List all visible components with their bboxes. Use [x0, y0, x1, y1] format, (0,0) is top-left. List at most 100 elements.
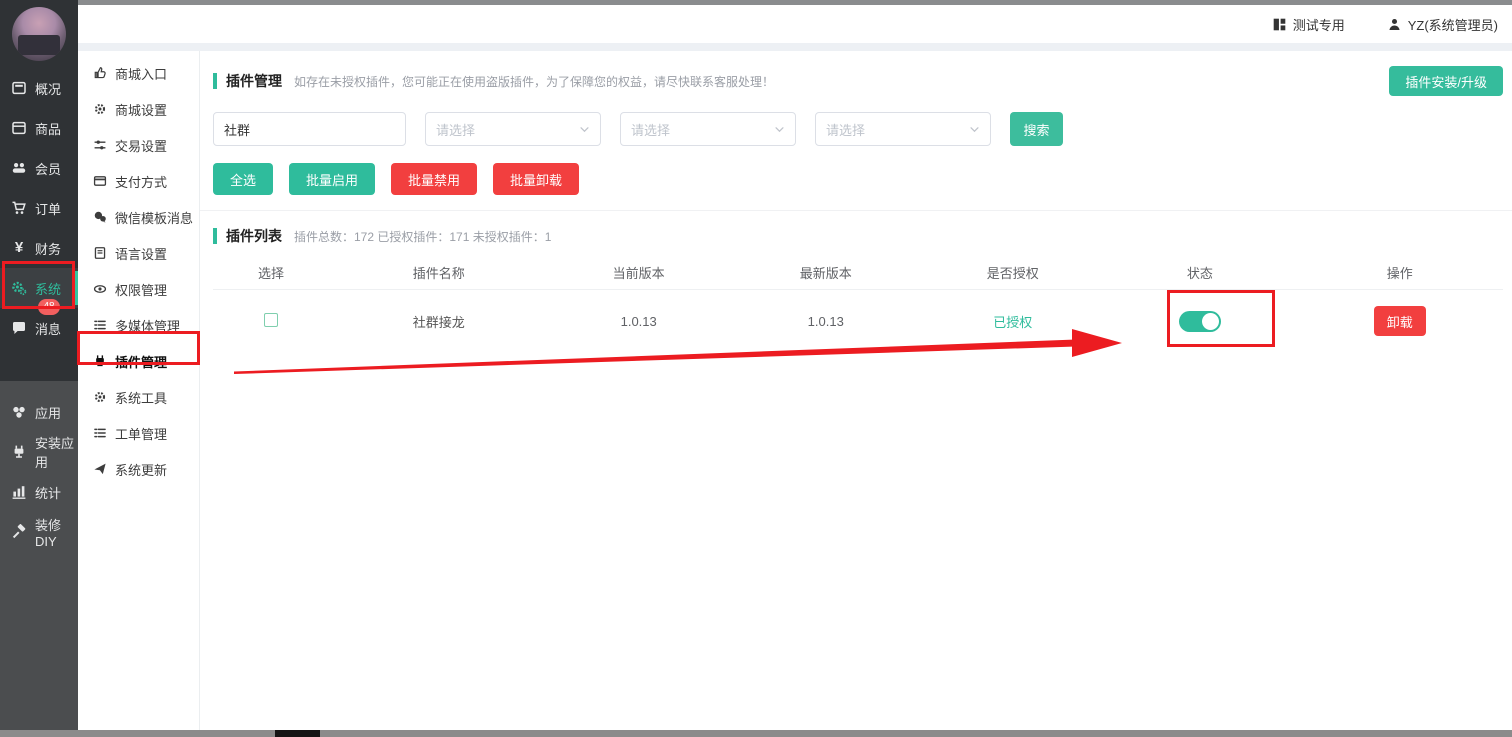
- menu-item-wechat-template[interactable]: 微信模板消息: [78, 199, 199, 235]
- gear-icon: [93, 390, 107, 404]
- bottom-bar: [0, 730, 1512, 737]
- menu-item-plugin-management[interactable]: 插件管理: [78, 343, 199, 379]
- menu-item-label: 插件管理: [115, 352, 167, 371]
- menu-item-trade-settings[interactable]: 交易设置: [78, 127, 199, 163]
- menu-item-label: 交易设置: [115, 136, 167, 155]
- filter-select-1[interactable]: 请选择: [425, 112, 601, 146]
- chevron-down-icon: [774, 124, 785, 135]
- col-plugin-name: 插件名称: [329, 258, 548, 290]
- batch-disable-button[interactable]: 批量禁用: [391, 163, 477, 195]
- sidebar-item-finance[interactable]: ¥ 财务: [0, 228, 78, 268]
- gear-icon: [93, 102, 107, 116]
- sidebar-item-label: 财务: [35, 239, 61, 258]
- list-title: 插件列表: [226, 226, 282, 246]
- col-current-version: 当前版本: [548, 258, 729, 290]
- select-placeholder: 请选择: [436, 120, 475, 139]
- batch-enable-button[interactable]: 批量启用: [289, 163, 375, 195]
- filter-row: 请选择 请选择 请选择 搜索: [213, 112, 1503, 146]
- secondary-sidebar: 商城入口 商城设置 交易设置 支付方式 微信模板消息: [78, 51, 200, 731]
- plugin-stats: 插件总数：172 已授权插件：171 未授权插件：1: [294, 228, 551, 245]
- menu-item-language-settings[interactable]: 语言设置: [78, 235, 199, 271]
- menu-item-media-management[interactable]: 多媒体管理: [78, 307, 199, 343]
- workspace-label: 测试专用: [1293, 15, 1345, 34]
- main-column: 测试专用 YZ(系统管理员) 商城入口 商城设置: [78, 0, 1512, 737]
- finance-icon: ¥: [11, 240, 27, 256]
- menu-item-mall-entry[interactable]: 商城入口: [78, 55, 199, 91]
- primary-sidebar: 概况 商品 会员 订单 ¥ 财务 系统 48 消息: [0, 0, 78, 730]
- overview-icon: [11, 80, 27, 96]
- sidebar-item-overview[interactable]: 概况: [0, 68, 78, 108]
- dashboard-grid-icon: [1272, 17, 1287, 32]
- apps-icon: [11, 404, 27, 420]
- menu-item-label: 商城入口: [115, 64, 167, 83]
- filter-select-3[interactable]: 请选择: [815, 112, 991, 146]
- uninstall-button[interactable]: 卸载: [1374, 306, 1426, 336]
- install-upgrade-button[interactable]: 插件安装/升级: [1389, 66, 1503, 96]
- sidebar-item-install-app[interactable]: 安装应用: [0, 432, 78, 472]
- chevron-down-icon: [969, 124, 980, 135]
- section-divider: [200, 210, 1512, 211]
- menu-item-label: 权限管理: [115, 280, 167, 299]
- chevron-down-icon: [579, 124, 590, 135]
- search-button[interactable]: 搜索: [1010, 112, 1063, 146]
- menu-item-mall-settings[interactable]: 商城设置: [78, 91, 199, 127]
- plug-icon: [93, 354, 107, 368]
- select-placeholder: 请选择: [826, 120, 865, 139]
- sidebar-item-message[interactable]: 48 消息: [0, 308, 78, 348]
- workspace-switcher[interactable]: 测试专用: [1272, 15, 1345, 34]
- current-version-cell: 1.0.13: [548, 314, 729, 329]
- authorized-cell: 已授权: [922, 312, 1103, 331]
- page-notice: 如存在未授权插件，您可能正在使用盗版插件，为了保障您的权益，请尽快联系客服处理！: [294, 73, 774, 90]
- menu-item-label: 商城设置: [115, 100, 167, 119]
- filter-select-2[interactable]: 请选择: [620, 112, 796, 146]
- status-toggle[interactable]: [1179, 311, 1221, 332]
- sidebar-item-apps[interactable]: 应用: [0, 392, 78, 432]
- menu-item-label: 多媒体管理: [115, 316, 180, 335]
- sidebar-item-label: 消息: [35, 319, 61, 338]
- menu-item-label: 系统工具: [115, 388, 167, 407]
- sidebar-item-label: 商品: [35, 119, 61, 138]
- toggle-knob: [1202, 313, 1219, 330]
- menu-item-payment-methods[interactable]: 支付方式: [78, 163, 199, 199]
- install-app-icon: [11, 444, 27, 460]
- thumb-icon: [93, 66, 107, 80]
- sidebar-item-goods[interactable]: 商品: [0, 108, 78, 148]
- keyword-input[interactable]: [213, 112, 406, 146]
- sidebar-bottom-group: 应用 安装应用 统计 装修DIY: [0, 392, 78, 552]
- plugin-name-cell: 社群接龙: [329, 312, 548, 331]
- user-menu[interactable]: YZ(系统管理员): [1387, 15, 1498, 34]
- menu-item-permissions[interactable]: 权限管理: [78, 271, 199, 307]
- menu-item-system-tools[interactable]: 系统工具: [78, 379, 199, 415]
- menu-item-system-update[interactable]: 系统更新: [78, 451, 199, 487]
- avatar[interactable]: [12, 7, 66, 61]
- menu-item-label: 支付方式: [115, 172, 167, 191]
- sidebar-item-stats[interactable]: 统计: [0, 472, 78, 512]
- eye-icon: [93, 282, 107, 296]
- menu-item-label: 微信模板消息: [115, 208, 193, 227]
- list-accent-bar: [213, 228, 217, 244]
- sidebar-item-label: 统计: [35, 483, 61, 502]
- topbar: 测试专用 YZ(系统管理员): [78, 5, 1512, 43]
- select-all-button[interactable]: 全选: [213, 163, 273, 195]
- sidebar-item-orders[interactable]: 订单: [0, 188, 78, 228]
- batch-uninstall-button[interactable]: 批量卸载: [493, 163, 579, 195]
- sidebar-item-diy[interactable]: 装修DIY: [0, 512, 78, 552]
- sidebar-item-label: 会员: [35, 159, 61, 178]
- col-select: 选择: [213, 258, 329, 290]
- sidebar-item-members[interactable]: 会员: [0, 148, 78, 188]
- sidebar-item-label: 系统: [35, 279, 61, 298]
- title-accent-bar: [213, 73, 217, 89]
- col-status: 状态: [1103, 258, 1297, 290]
- content-area: 插件管理 如存在未授权插件，您可能正在使用盗版插件，为了保障您的权益，请尽快联系…: [200, 51, 1512, 737]
- batch-actions-row: 全选 批量启用 批量禁用 批量卸载: [213, 163, 1503, 195]
- row-checkbox[interactable]: [264, 313, 278, 327]
- menu-item-work-orders[interactable]: 工单管理: [78, 415, 199, 451]
- sidebar-item-label: 装修DIY: [35, 515, 78, 549]
- list-icon: [93, 318, 107, 332]
- taskbar-segment: [275, 730, 320, 737]
- plugin-table: 选择 插件名称 当前版本 最新版本 是否授权 状态 操作 社群接龙 1.0.13…: [213, 258, 1503, 352]
- goods-icon: [11, 120, 27, 136]
- message-icon: [11, 320, 27, 336]
- sliders-icon: [93, 138, 107, 152]
- col-action: 操作: [1297, 258, 1503, 290]
